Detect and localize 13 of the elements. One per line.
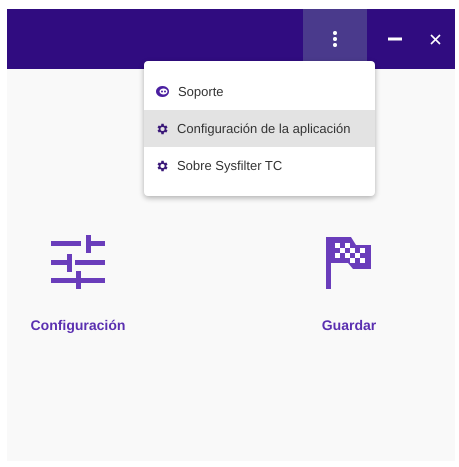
menu-item[interactable]: Soporte: [144, 73, 375, 110]
chat-bubble-icon: [155, 85, 170, 98]
sliders-icon: [51, 235, 105, 289]
gear-icon: [155, 122, 169, 136]
close-icon: [430, 34, 440, 44]
menu-item[interactable]: Sobre Sysfilter TC: [144, 147, 375, 184]
tile-label[interactable]: Guardar: [322, 315, 376, 336]
tile-label[interactable]: Configuración: [30, 315, 126, 336]
menu-item[interactable]: Configuración de la aplicación: [144, 110, 375, 147]
minimize-icon: [388, 37, 402, 41]
checkered-flag-icon: [326, 235, 372, 289]
more-icon: [332, 30, 338, 48]
gear-icon: [155, 158, 169, 172]
